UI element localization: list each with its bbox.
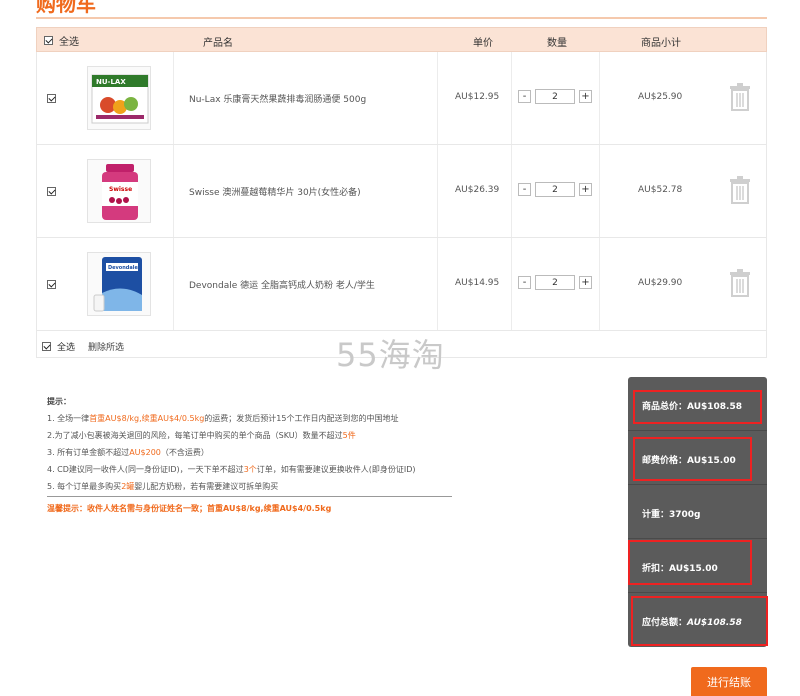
item-subtotal: AU$29.90 bbox=[638, 278, 683, 288]
svg-text:NU-LAX: NU-LAX bbox=[96, 78, 126, 86]
column-subtotal: 商品小计 bbox=[641, 38, 681, 49]
unit-price: AU$14.95 bbox=[455, 278, 500, 288]
increase-button[interactable]: + bbox=[579, 90, 592, 103]
product-image-devondale[interactable]: Devondale bbox=[87, 252, 151, 316]
header-select-all[interactable]: 全选 bbox=[44, 33, 79, 48]
footer-select-all-label: 全选 bbox=[57, 343, 76, 353]
svg-text:Swisse: Swisse bbox=[109, 186, 132, 193]
quantity-stepper: - + bbox=[518, 275, 592, 290]
product-name[interactable]: Swisse 澳洲蔓越莓精华片 30片(女性必备) bbox=[189, 185, 439, 198]
increase-button[interactable]: + bbox=[579, 276, 592, 289]
watermark: 55海淘 bbox=[336, 336, 445, 374]
column-price: 单价 bbox=[473, 38, 493, 49]
trash-icon[interactable] bbox=[729, 269, 751, 297]
tip-line-5: 5. 每个订单最多购买2罐婴儿配方奶粉，若有需要建议可拆单购买 bbox=[47, 482, 279, 491]
product-image-nulax[interactable]: NU-LAX bbox=[87, 66, 151, 130]
quantity-stepper: - + bbox=[518, 89, 592, 104]
tips-title: 提示： bbox=[47, 397, 71, 406]
trash-icon[interactable] bbox=[729, 83, 751, 111]
quantity-input[interactable] bbox=[535, 182, 575, 197]
select-all-checkbox[interactable] bbox=[44, 36, 53, 45]
page-title: 购物车 bbox=[36, 0, 96, 16]
unit-price: AU$12.95 bbox=[455, 92, 500, 102]
decrease-button[interactable]: - bbox=[518, 276, 531, 289]
column-product: 产品名 bbox=[203, 38, 233, 49]
quantity-input[interactable] bbox=[535, 89, 575, 104]
tip-line-4: 4. CD建议同一收件人(同一身份证ID)，一天下单不超过3个订单，如有需要建议… bbox=[47, 465, 416, 474]
footer-select-all-checkbox[interactable] bbox=[42, 342, 51, 351]
increase-button[interactable]: + bbox=[579, 183, 592, 196]
tip-line-2: 2.为了减小包裹被海关退回的风险，每笔订单中购买的单个商品（SKU）数量不超过5… bbox=[47, 431, 356, 440]
column-quantity: 数量 bbox=[547, 38, 567, 49]
checkout-button[interactable]: 进行结账 bbox=[691, 667, 767, 696]
title-divider bbox=[36, 17, 767, 19]
item-checkbox[interactable] bbox=[47, 94, 56, 103]
select-all-label: 全选 bbox=[59, 37, 79, 48]
item-checkbox[interactable] bbox=[47, 187, 56, 196]
product-name[interactable]: Devondale 德运 全脂高钙成人奶粉 老人/学生 bbox=[189, 278, 439, 291]
cart-row: NU-LAX Nu-Lax 乐康膏天然果蔬排毒润肠通便 500g AU$12.9… bbox=[36, 52, 767, 145]
quantity-input[interactable] bbox=[535, 275, 575, 290]
highlight-box bbox=[633, 437, 752, 481]
highlight-box bbox=[631, 596, 768, 646]
tip-line-3: 3. 所有订单金额不超过AU$200（不含运费） bbox=[47, 448, 209, 457]
highlight-box bbox=[628, 540, 752, 585]
warm-tip: 温馨提示：收件人姓名需与身份证姓名一致；首重AU$8/kg,续重AU$4/0.5… bbox=[47, 504, 332, 513]
cart-row: Swisse Swisse 澳洲蔓越莓精华片 30片(女性必备) AU$26.3… bbox=[36, 145, 767, 238]
item-subtotal: AU$25.90 bbox=[638, 92, 683, 102]
svg-text:Devondale: Devondale bbox=[108, 265, 138, 271]
product-name[interactable]: Nu-Lax 乐康膏天然果蔬排毒润肠通便 500g bbox=[189, 92, 439, 105]
total-weight: 计重：3700g bbox=[642, 510, 701, 520]
tips-divider bbox=[47, 496, 452, 497]
decrease-button[interactable]: - bbox=[518, 183, 531, 196]
cart-row: Devondale Devondale 德运 全脂高钙成人奶粉 老人/学生 AU… bbox=[36, 238, 767, 331]
cart-table-header: 全选 产品名 单价 数量 商品小计 bbox=[36, 27, 767, 52]
item-subtotal: AU$52.78 bbox=[638, 185, 683, 195]
quantity-stepper: - + bbox=[518, 182, 592, 197]
decrease-button[interactable]: - bbox=[518, 90, 531, 103]
tips-panel: 提示： 1. 全场一律首重AU$8/kg,续重AU$4/0.5kg的运费；发货后… bbox=[47, 393, 467, 495]
unit-price: AU$26.39 bbox=[455, 185, 500, 195]
trash-icon[interactable] bbox=[729, 176, 751, 204]
tip-line-1: 1. 全场一律首重AU$8/kg,续重AU$4/0.5kg的运费；发货后预计15… bbox=[47, 414, 399, 423]
delete-selected-link[interactable]: 删除所选 bbox=[88, 340, 124, 353]
product-image-swisse[interactable]: Swisse bbox=[87, 159, 151, 223]
footer-select-all[interactable]: 全选 bbox=[42, 340, 75, 353]
highlight-box bbox=[633, 390, 762, 424]
item-checkbox[interactable] bbox=[47, 280, 56, 289]
